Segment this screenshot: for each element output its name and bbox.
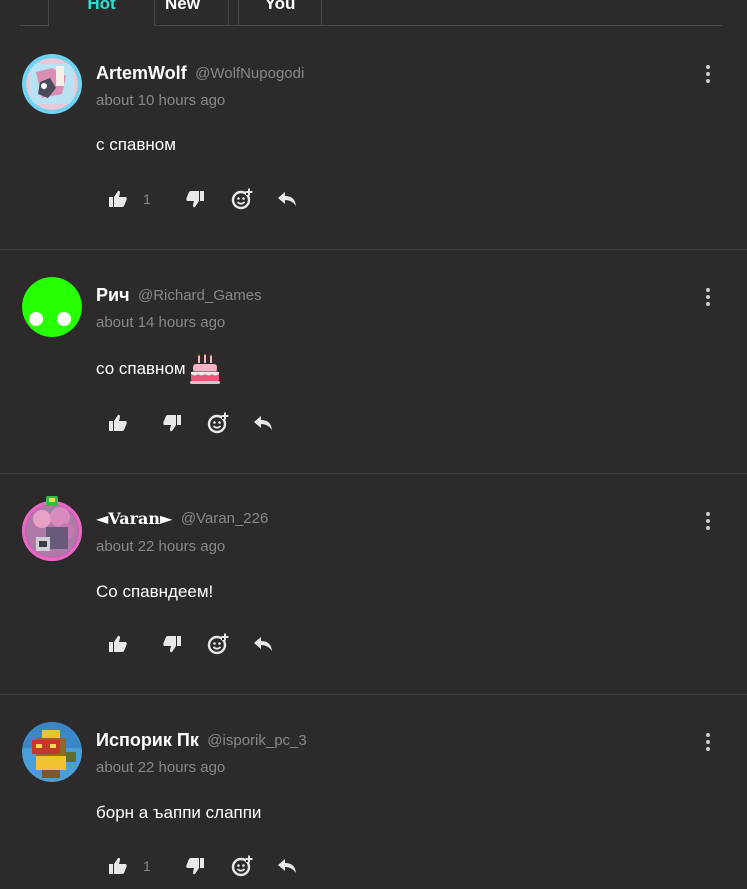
add-reaction-icon[interactable] [230,854,254,878]
thumbs-down-icon[interactable] [183,854,207,878]
comment-item: Рич @Richard_Games about 14 hours ago со… [0,250,747,474]
author-line: Испорик Пк @isporik_pc_3 [96,730,307,752]
more-vertical-icon[interactable] [700,63,716,85]
comment-actions: 1 [106,854,299,878]
comments-page: Hot New You ArtemWolf @WolfNupogodi abou… [0,0,747,889]
comment-text: с спавном [96,135,176,154]
comment-item: ◄Varan► @Varan_226 about 22 hours ago Со… [0,474,747,695]
comment-timestamp: about 14 hours ago [96,314,226,331]
comment-item: Испорик Пк @isporik_pc_3 about 22 hours … [0,695,747,889]
comment-text: со спавном [96,353,220,384]
author-handle[interactable]: @Varan_226 [181,510,269,527]
thumbs-up-icon[interactable] [106,187,130,211]
author-name[interactable]: ArtemWolf [96,63,187,83]
author-handle[interactable]: @isporik_pc_3 [207,732,306,749]
reply-icon[interactable] [275,187,299,211]
avatar[interactable] [22,496,82,561]
comment-actions: 1 [106,187,299,211]
tab-you[interactable]: You [238,0,322,25]
author-handle[interactable]: @Richard_Games [138,287,262,304]
tab-new[interactable]: New [137,0,229,25]
comment-timestamp: about 22 hours ago [96,538,226,555]
more-vertical-icon[interactable] [700,510,716,532]
thumbs-up-icon[interactable] [106,854,130,878]
thumbs-down-icon[interactable] [160,632,184,656]
birthday-cake-emoji [189,353,220,384]
comment-item: ArtemWolf @WolfNupogodi about 10 hours a… [0,27,747,250]
like-count: 1 [143,191,151,207]
avatar[interactable] [22,277,82,337]
avatar[interactable] [22,54,82,114]
comment-actions [106,411,275,435]
reply-icon[interactable] [251,632,275,656]
more-vertical-icon[interactable] [700,731,716,753]
comment-actions [106,632,275,656]
avatar[interactable] [22,722,82,782]
thumbs-down-icon[interactable] [160,411,184,435]
thumbs-down-icon[interactable] [183,187,207,211]
comment-text: борн а ъаппи слаппи [96,803,262,822]
author-name[interactable]: ◄Varan► [96,509,172,528]
author-line: ◄Varan► @Varan_226 [96,509,268,531]
reply-icon[interactable] [275,854,299,878]
author-line: Рич @Richard_Games [96,285,262,307]
add-reaction-icon[interactable] [230,187,254,211]
author-line: ArtemWolf @WolfNupogodi [96,63,304,85]
comment-timestamp: about 22 hours ago [96,759,226,776]
add-reaction-icon[interactable] [206,632,230,656]
author-name[interactable]: Испорик Пк [96,730,199,750]
author-handle[interactable]: @WolfNupogodi [195,65,304,82]
reply-icon[interactable] [251,411,275,435]
comment-text-content: со спавном [96,359,186,378]
sort-tabs: Hot New You [20,0,722,26]
comment-timestamp: about 10 hours ago [96,92,226,109]
more-vertical-icon[interactable] [700,286,716,308]
add-reaction-icon[interactable] [206,411,230,435]
author-name[interactable]: Рич [96,285,130,305]
thumbs-up-icon[interactable] [106,632,130,656]
like-count: 1 [143,858,151,874]
thumbs-up-icon[interactable] [106,411,130,435]
comment-text: Со спавндеем! [96,582,214,601]
